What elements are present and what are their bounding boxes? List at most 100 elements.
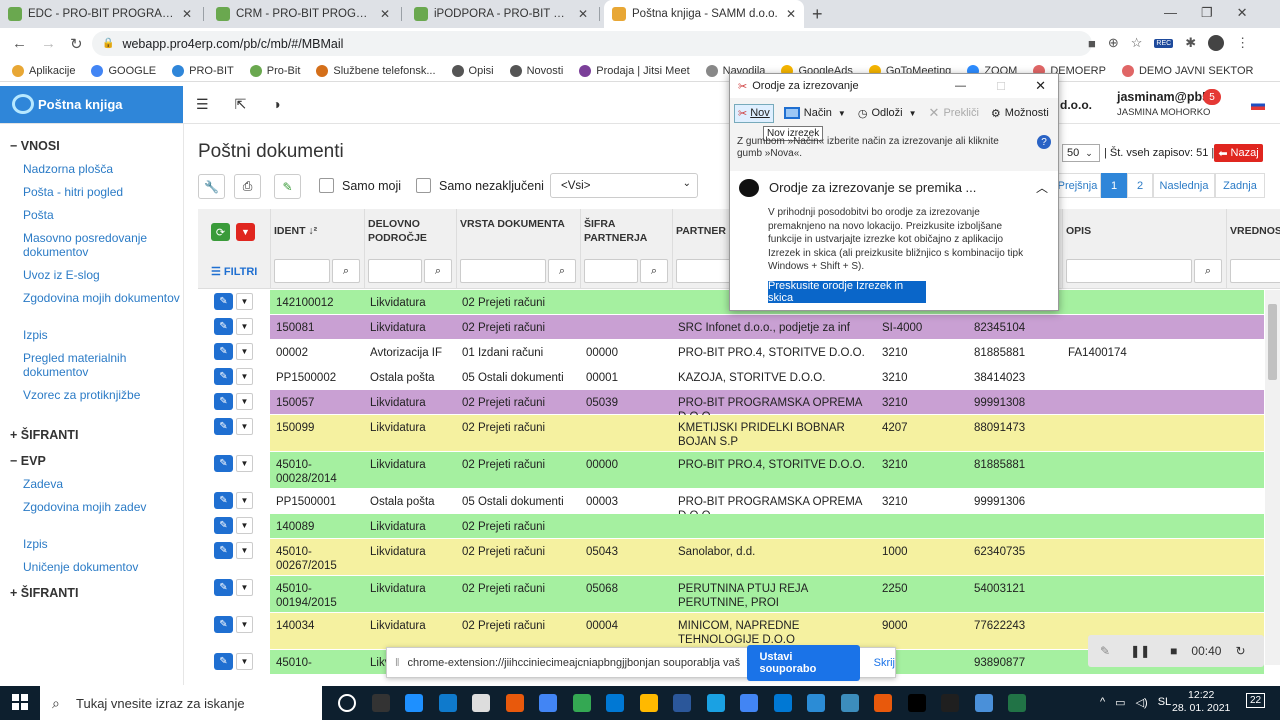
mode-button[interactable]: Način ▼: [783, 107, 846, 119]
column-filter-input[interactable]: [368, 259, 422, 283]
table-row[interactable]: ✎ ▼ 140089 Likvidatura 02 Prejeti računi: [198, 514, 1264, 538]
app-icon[interactable]: [974, 694, 993, 712]
edit-pencil-icon[interactable]: ✎: [214, 616, 233, 633]
sidebar-item[interactable]: Pregled materialnih dokumentov: [23, 351, 181, 379]
minimize-icon[interactable]: —: [1164, 5, 1177, 21]
search-icon[interactable]: ⌕: [332, 259, 360, 283]
hamburger-icon[interactable]: ☰: [196, 96, 209, 113]
search-icon[interactable]: ⌕: [1194, 259, 1222, 283]
row-dropdown-icon[interactable]: ▼: [236, 393, 253, 410]
tab-close-icon[interactable]: ✕: [578, 7, 588, 21]
table-row[interactable]: ✎ ▼ 45010-00267/2015 Likvidatura 02 Prejeti …: [198, 539, 1264, 575]
sidebar-section-vnosi[interactable]: − VNOSI: [10, 139, 60, 153]
bookmark-item[interactable]: Službene telefonsk...: [316, 64, 436, 77]
network-icon[interactable]: ▭: [1115, 696, 1125, 709]
column-filter-input[interactable]: [1230, 259, 1280, 283]
close-icon[interactable]: ✕: [1035, 78, 1046, 94]
table-row[interactable]: ✎ ▼ 150081 Likvidatura 02 Prejeti računi SRC …: [198, 315, 1264, 339]
column-header[interactable]: ŠIFRA PARTNERJA: [584, 217, 668, 245]
calc-icon[interactable]: [840, 694, 859, 712]
skype-icon[interactable]: [706, 694, 725, 712]
pause-icon[interactable]: ❚❚: [1130, 644, 1150, 658]
pager-page[interactable]: 1: [1101, 173, 1127, 198]
scroll-thumb[interactable]: [1268, 304, 1277, 380]
bookmark-item[interactable]: Novosti: [509, 64, 563, 77]
edit-pencil-icon[interactable]: ✎: [214, 318, 233, 335]
teams-icon[interactable]: [740, 694, 758, 712]
search-icon[interactable]: ⌕: [424, 259, 452, 283]
bookmark-item[interactable]: GOOGLE: [91, 64, 156, 77]
p-app-icon[interactable]: [907, 694, 926, 712]
column-header[interactable]: OPIS: [1066, 224, 1222, 238]
bookmark-item[interactable]: Opisi: [451, 64, 494, 77]
column-filter-input[interactable]: [1066, 259, 1192, 283]
refresh-icon[interactable]: ⟳: [211, 223, 230, 241]
help-icon[interactable]: ?: [1037, 135, 1051, 149]
column-filter-input[interactable]: [584, 259, 638, 283]
delay-button[interactable]: ◷ Odloži ▼: [858, 107, 917, 120]
snipping-icon[interactable]: [472, 694, 490, 712]
menu-icon[interactable]: ⋮: [1236, 35, 1249, 51]
contrast-icon[interactable]: ◑: [272, 96, 280, 113]
rec-extension-icon[interactable]: REC: [1154, 38, 1174, 48]
back-button[interactable]: ⬅ Nazaj: [1214, 144, 1263, 162]
address-bar[interactable]: 🔒 webapp.pro4erp.com/pb/c/mb/#/MBMail: [92, 31, 1092, 56]
search-icon[interactable]: ⌕: [548, 259, 576, 283]
hide-button[interactable]: Skrij: [874, 657, 895, 669]
sidebar-item[interactable]: Izpis: [23, 537, 181, 551]
column-header[interactable]: VREDNOST: [1230, 224, 1280, 238]
file-explorer-icon[interactable]: [371, 694, 390, 712]
filters-toggle[interactable]: ☰ FILTRI: [211, 265, 257, 278]
options-button[interactable]: ⚙ Možnosti: [991, 107, 1049, 120]
cancel-button[interactable]: ✕ Prekliči: [929, 105, 979, 121]
edit-green-button[interactable]: ✎: [274, 174, 301, 199]
taskbar-search[interactable]: ⌕ Tukaj vnesite izraz za iskanje: [40, 686, 322, 720]
row-dropdown-icon[interactable]: ▼: [236, 455, 253, 472]
tab-close-icon[interactable]: ✕: [786, 7, 796, 21]
windows-start-icon[interactable]: [12, 694, 28, 710]
tab-close-icon[interactable]: ✕: [380, 7, 390, 21]
pager-page[interactable]: 2: [1127, 173, 1153, 198]
pencil-icon[interactable]: ✎: [1100, 644, 1110, 658]
stop-icon[interactable]: ■: [1170, 644, 1177, 658]
row-dropdown-icon[interactable]: ▼: [236, 318, 253, 335]
bookmark-item[interactable]: Prodaja | Jitsi Meet: [579, 64, 690, 77]
sidebar-item[interactable]: Zgodovina mojih zadev: [23, 500, 181, 514]
bookmark-item[interactable]: PRO-BIT: [172, 64, 234, 77]
settings-button[interactable]: 🔧: [198, 174, 225, 199]
chevron-up-icon[interactable]: ^: [1100, 696, 1105, 709]
bookmark-item[interactable]: Pro-Bit: [249, 64, 300, 77]
edge-icon[interactable]: [405, 694, 423, 712]
task-view-icon[interactable]: [338, 694, 356, 712]
pager-last[interactable]: Zadnja: [1215, 173, 1265, 198]
puzzle-icon[interactable]: ✱: [1185, 35, 1196, 51]
row-dropdown-icon[interactable]: ▼: [236, 418, 253, 435]
table-row[interactable]: ✎ ▼ PP1500002 Ostala pošta 05 Ostali dokumen…: [198, 365, 1264, 389]
excel-icon[interactable]: [1008, 694, 1026, 712]
table-row[interactable]: ✎ ▼ 00002 Avtorizacija IF 01 Izdani računi 00…: [198, 340, 1264, 364]
sidebar-section-evp[interactable]: − EVP: [10, 454, 46, 468]
close-window-icon[interactable]: ✕: [1237, 5, 1248, 21]
star-icon[interactable]: ☆: [1131, 35, 1143, 51]
sidebar-item[interactable]: Nadzorna plošča: [23, 162, 181, 176]
bookmark-item[interactable]: DEMO JAVNI SEKTOR: [1121, 64, 1253, 77]
minimize-icon[interactable]: —: [955, 80, 966, 92]
volume-icon[interactable]: ◁): [1136, 696, 1148, 709]
search-icon[interactable]: ⌕: [640, 259, 668, 283]
edit-pencil-icon[interactable]: ✎: [214, 492, 233, 509]
print-button[interactable]: ⎙: [234, 174, 261, 199]
row-dropdown-icon[interactable]: ▼: [236, 293, 253, 310]
sidebar-item[interactable]: Masovno posredovanje dokumentov: [23, 231, 181, 259]
language-icon[interactable]: SL: [1158, 696, 1171, 709]
tab-close-icon[interactable]: ✕: [182, 7, 192, 21]
new-tab-button[interactable]: +: [812, 4, 823, 25]
sidebar-item[interactable]: Vzorec za protiknjižbe: [23, 388, 181, 402]
pager-next[interactable]: Naslednja: [1153, 173, 1215, 198]
row-dropdown-icon[interactable]: ▼: [236, 542, 253, 559]
edit-pencil-icon[interactable]: ✎: [214, 293, 233, 310]
forward-icon[interactable]: →: [41, 35, 56, 53]
browser-tab[interactable]: EDČ - PRO-BIT PROGRAMSKA O ✕: [0, 0, 200, 28]
row-dropdown-icon[interactable]: ▼: [236, 343, 253, 360]
sidebar-section-šifranti[interactable]: + ŠIFRANTI: [10, 428, 78, 442]
profile-icon[interactable]: [1208, 35, 1225, 51]
